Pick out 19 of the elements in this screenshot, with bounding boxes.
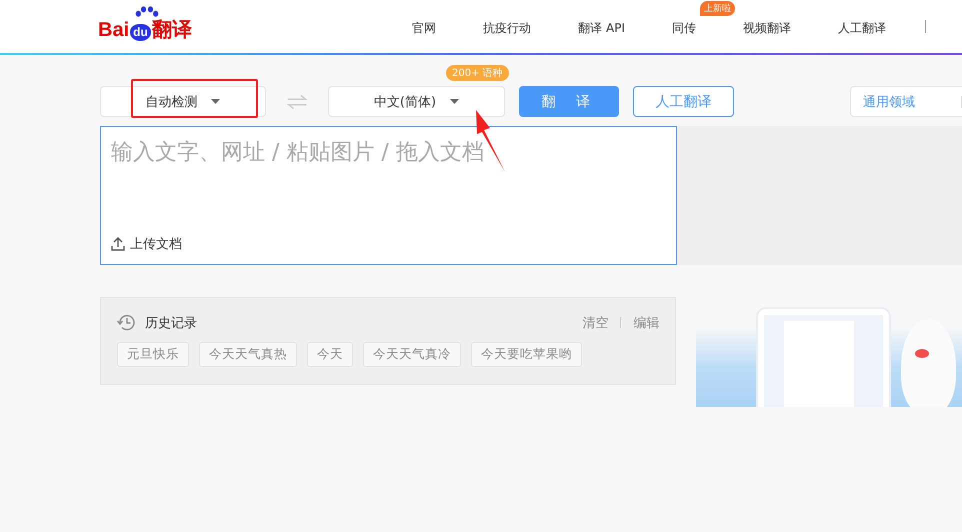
new-badge: 上新啦 — [700, 0, 735, 16]
nav-link[interactable]: 同传 — [657, 20, 711, 36]
history-icon — [117, 313, 136, 332]
upload-icon — [111, 237, 125, 251]
nav-link[interactable]: 翻译 API — [563, 20, 640, 36]
history-title: 历史记录 — [145, 314, 197, 332]
source-language-select[interactable]: 自动检测 — [100, 86, 266, 117]
target-language-select[interactable]: 中文(简体) — [328, 86, 505, 117]
promo-illustration[interactable] — [696, 307, 962, 407]
caret-icon — [211, 99, 220, 104]
nav-link[interactable]: 人工翻译 — [823, 20, 901, 36]
swap-icon[interactable] — [286, 92, 308, 110]
baidu-logo[interactable]: Bai du 翻译 — [98, 4, 192, 40]
nav-link[interactable]: 抗疫行动 — [468, 20, 546, 36]
upload-document-button[interactable]: 上传文档 — [111, 235, 182, 253]
caret-icon — [450, 99, 460, 104]
nav-link[interactable]: 视频翻译 — [728, 20, 806, 36]
nav-link[interactable]: 官网 — [397, 20, 452, 36]
language-count-badge: 200+ 语种 — [446, 65, 509, 81]
